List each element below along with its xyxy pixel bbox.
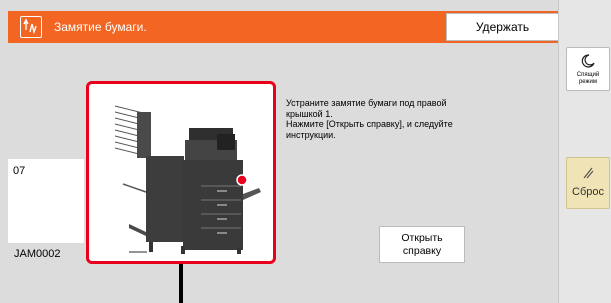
job-id-label: JAM0002: [14, 248, 61, 260]
paper-jam-icon: [20, 16, 42, 38]
printer-illustration: [114, 105, 261, 254]
reset-label: Сброс: [572, 186, 604, 198]
instruction-line: крышкой 1.: [286, 108, 333, 119]
open-help-label-line2: справку: [402, 244, 442, 257]
open-help-label-line1: Открыть: [401, 231, 443, 244]
sleep-label-line1: Спящий: [576, 72, 600, 78]
job-panel: 07: [8, 159, 84, 243]
page-title: Замятие бумаги.: [54, 20, 147, 34]
reset-button[interactable]: Сброс: [566, 157, 610, 209]
printer-illustration-frame: [86, 81, 276, 264]
pointer-line: [179, 264, 183, 303]
sleep-label-line2: режим: [578, 79, 598, 85]
reset-slash-icon: [583, 167, 594, 179]
main-area: [0, 0, 558, 303]
jam-instruction: Устраните замятие бумаги под правой крыш…: [286, 98, 531, 140]
hold-button[interactable]: Удержать: [446, 13, 559, 41]
header-bar: Замятие бумаги. Удержать: [8, 11, 559, 43]
instruction-line: Нажмите [Открыть справку], и следуйте: [286, 119, 453, 129]
sleep-button[interactable]: Спящий режим: [566, 47, 610, 91]
instruction-line: инструкции.: [286, 129, 336, 140]
job-number: 07: [13, 165, 26, 177]
side-panel: [558, 0, 611, 303]
open-help-button[interactable]: Открыть справку: [379, 226, 465, 263]
moon-icon: [581, 54, 595, 68]
instruction-line: Устраните замятие бумаги под правой: [286, 98, 447, 108]
